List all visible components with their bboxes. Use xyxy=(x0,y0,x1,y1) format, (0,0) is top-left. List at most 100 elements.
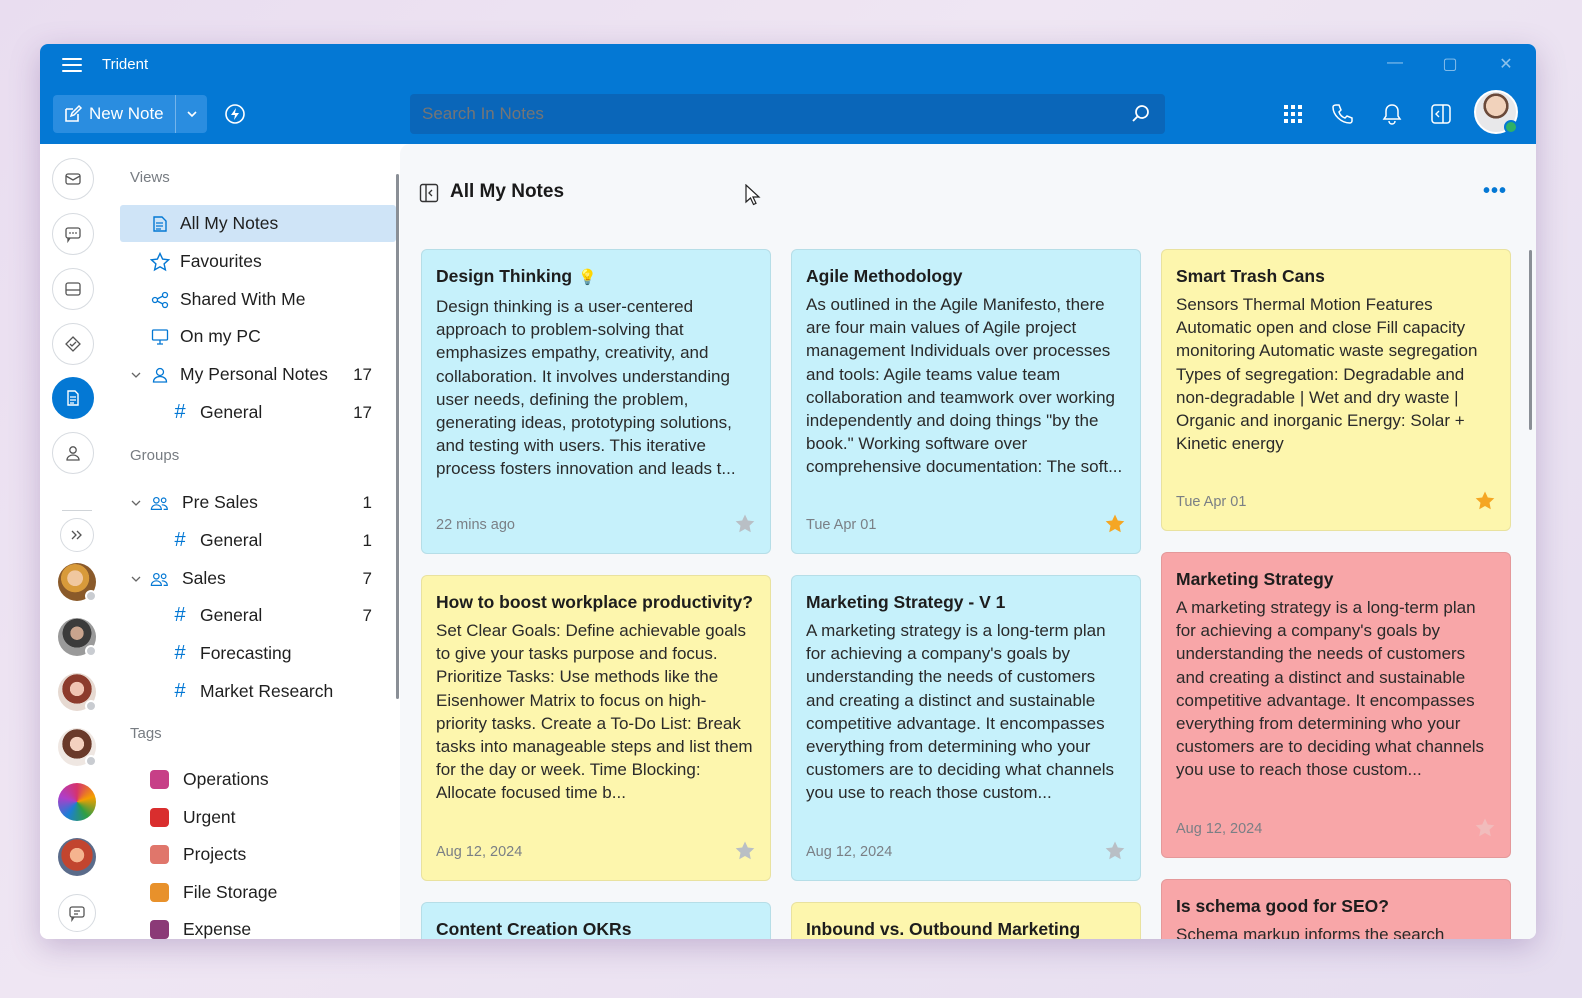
contacts-icon[interactable] xyxy=(52,432,94,474)
mail-icon[interactable] xyxy=(52,158,94,200)
sidebar-item-general[interactable]: # General 1 xyxy=(120,522,396,559)
note-title: Agile Methodology xyxy=(806,266,963,286)
tag-item-projects[interactable]: Projects xyxy=(120,836,396,873)
favourite-star-icon[interactable] xyxy=(1474,817,1496,839)
favourite-star-icon[interactable] xyxy=(1474,490,1496,512)
note-body: Sensors Thermal Motion Features Automati… xyxy=(1176,295,1478,454)
sidebar-item-my-personal-notes[interactable]: My Personal Notes 17 xyxy=(120,356,396,393)
item-count: 1 xyxy=(362,492,372,512)
note-card[interactable]: Marketing Strategy A marketing strategy … xyxy=(1161,552,1511,858)
bell-icon[interactable] xyxy=(1381,103,1403,125)
note-card[interactable]: How to boost workplace productivity? Set… xyxy=(421,575,771,881)
sidebar-item-market-research[interactable]: # Market Research xyxy=(120,673,396,710)
drive-icon[interactable] xyxy=(52,268,94,310)
new-note-label: New Note xyxy=(89,104,164,123)
tag-label: Expense xyxy=(183,919,252,939)
note-card[interactable]: Is schema good for SEO? Schema markup in… xyxy=(1161,879,1511,939)
monitor-icon xyxy=(150,327,170,347)
hashtag-icon: # xyxy=(174,642,186,664)
contact-avatar[interactable] xyxy=(58,783,96,821)
new-note-dropdown-button[interactable] xyxy=(175,95,207,133)
tasks-icon[interactable] xyxy=(52,323,94,365)
tag-item-expense[interactable]: Expense xyxy=(120,911,396,939)
phone-icon[interactable] xyxy=(1331,103,1353,125)
notes-panel: All My Notes ••• Design Thinking 💡 Design… xyxy=(400,144,1536,939)
note-card[interactable]: Agile Methodology As outlined in the Agi… xyxy=(791,249,1141,554)
note-title: Design Thinking 💡 xyxy=(436,264,756,290)
user-avatar[interactable] xyxy=(1474,90,1518,134)
sidebar-item-favourites[interactable]: Favourites xyxy=(120,243,396,280)
tag-color-swatch xyxy=(150,920,169,939)
notes-icon[interactable] xyxy=(52,377,94,419)
note-title: Is schema good for SEO? xyxy=(1176,896,1389,916)
note-title: How to boost workplace productivity? xyxy=(436,592,753,612)
note-card[interactable]: Inbound vs. Outbound Marketing xyxy=(791,902,1141,939)
group-icon xyxy=(150,569,170,589)
tag-color-swatch xyxy=(150,808,169,827)
tag-color-swatch xyxy=(150,770,169,789)
note-card[interactable]: Content Creation OKRs xyxy=(421,902,771,939)
views-header: Views xyxy=(130,169,170,186)
minimize-icon[interactable]: — xyxy=(1380,54,1410,72)
chat-icon[interactable] xyxy=(52,213,94,255)
sidebar-item-general[interactable]: # General 7 xyxy=(120,597,396,634)
star-icon xyxy=(150,251,170,272)
contact-avatar[interactable] xyxy=(58,838,96,876)
app-rail xyxy=(40,144,110,939)
close-icon[interactable]: ✕ xyxy=(1491,54,1521,74)
hamburger-menu-icon[interactable] xyxy=(62,58,82,74)
note-card[interactable]: Marketing Strategy - V 1 A marketing str… xyxy=(791,575,1141,881)
note-date: 22 mins ago xyxy=(436,517,515,533)
contact-avatar[interactable] xyxy=(58,563,97,602)
sidebar-item-general[interactable]: # General 17 xyxy=(120,394,396,431)
chevron-down-icon[interactable] xyxy=(130,497,142,509)
collapse-panel-icon[interactable] xyxy=(419,183,439,203)
group-icon xyxy=(150,493,170,513)
lightning-icon[interactable] xyxy=(224,103,246,125)
note-card[interactable]: Design Thinking 💡 Design thinking is a us… xyxy=(421,249,771,554)
note-body: Schema markup informs the search xyxy=(1176,925,1445,939)
favourite-star-icon[interactable] xyxy=(1104,513,1126,535)
favourite-star-icon[interactable] xyxy=(734,840,756,862)
chevron-down-icon[interactable] xyxy=(130,369,142,381)
rail-divider xyxy=(62,510,92,511)
sidebar-item-pre-sales[interactable]: Pre Sales 1 xyxy=(120,484,396,521)
sidebar-item-sales[interactable]: Sales 7 xyxy=(120,560,396,597)
search-input[interactable] xyxy=(410,94,1165,134)
sidebar-item-shared-with-me[interactable]: Shared With Me xyxy=(120,281,396,318)
tag-label: Urgent xyxy=(183,807,236,827)
sidebar-item-forecasting[interactable]: # Forecasting xyxy=(120,635,396,672)
tag-item-operations[interactable]: Operations xyxy=(120,761,396,798)
contact-avatar[interactable] xyxy=(58,618,97,657)
tag-item-file-storage[interactable]: File Storage xyxy=(120,874,396,911)
more-options-icon[interactable]: ••• xyxy=(1483,180,1507,203)
favourite-star-icon[interactable] xyxy=(734,513,756,535)
chevron-down-icon[interactable] xyxy=(130,573,142,585)
favourite-star-icon[interactable] xyxy=(1104,840,1126,862)
note-title: Smart Trash Cans xyxy=(1176,266,1325,286)
note-title: Inbound vs. Outbound Marketing xyxy=(806,919,1081,939)
tag-label: File Storage xyxy=(183,882,278,902)
sidebar-item-all-my-notes[interactable]: All My Notes xyxy=(120,205,396,242)
contact-avatar[interactable] xyxy=(58,728,97,767)
new-note-button[interactable]: New Note xyxy=(53,95,207,133)
title-bar: Trident — ▢ ✕ New Note xyxy=(40,44,1536,144)
notes-scrollbar[interactable] xyxy=(1529,250,1532,430)
sidebar-item-label: Pre Sales xyxy=(182,492,258,512)
tag-item-urgent[interactable]: Urgent xyxy=(120,799,396,836)
sidebar-item-label: Favourites xyxy=(180,251,262,271)
feedback-icon[interactable] xyxy=(58,894,96,932)
tag-label: Operations xyxy=(183,769,269,789)
contact-avatar[interactable] xyxy=(58,673,97,712)
note-card[interactable]: Smart Trash Cans Sensors Thermal Motion … xyxy=(1161,249,1511,531)
sidebar-item-label: All My Notes xyxy=(180,213,279,233)
sidebar-item-on-my-pc[interactable]: On my PC xyxy=(120,318,396,355)
hashtag-icon: # xyxy=(174,680,186,702)
hashtag-icon: # xyxy=(174,529,186,551)
sidebar-scrollbar[interactable] xyxy=(396,174,399,699)
search-icon[interactable] xyxy=(1131,104,1151,124)
side-panel-icon[interactable] xyxy=(1430,103,1452,125)
apps-grid-icon[interactable] xyxy=(1282,103,1304,125)
maximize-icon[interactable]: ▢ xyxy=(1435,54,1465,74)
expand-chevrons-icon[interactable] xyxy=(60,518,94,552)
